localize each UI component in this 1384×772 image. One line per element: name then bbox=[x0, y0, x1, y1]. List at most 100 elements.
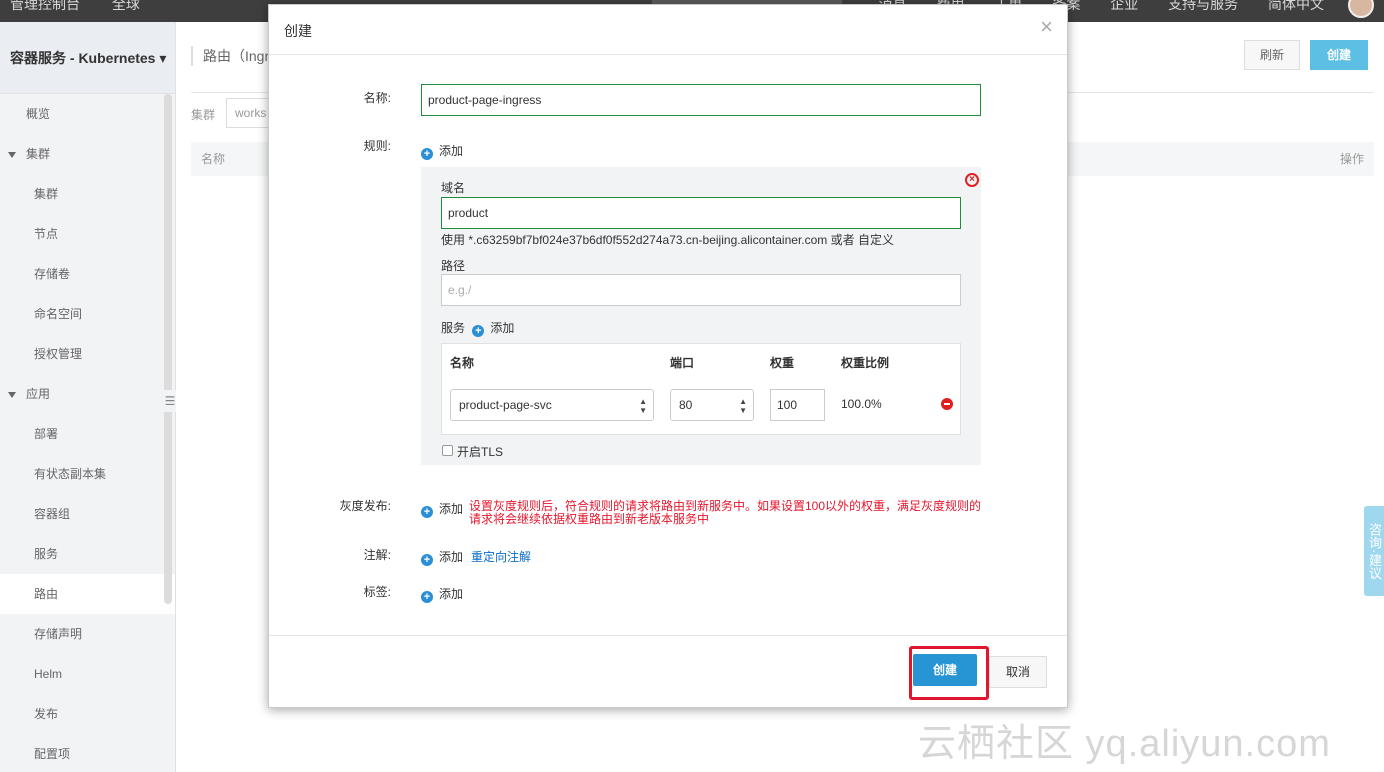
add-canary-button[interactable]: + 添加 bbox=[421, 500, 463, 518]
rules-label: 规则: bbox=[363, 139, 391, 153]
domain-label: 域名 bbox=[441, 181, 466, 195]
create-button[interactable]: 创建 bbox=[913, 654, 977, 686]
add-tag-button[interactable]: + 添加 bbox=[421, 585, 463, 603]
sidebar-item-8[interactable]: 部署 bbox=[0, 414, 175, 454]
add-service-button[interactable]: + 添加 bbox=[468, 321, 514, 337]
sidebar-item-15[interactable]: 发布 bbox=[0, 694, 175, 734]
sidebar-item-4[interactable]: 存储卷 bbox=[0, 254, 175, 294]
create-ingress-dialog: 创建 × 名称: product-page-ingress 规则: + 添加 × … bbox=[268, 4, 1068, 708]
sidebar-item-label: 应用 bbox=[26, 387, 51, 401]
sidebar-item-5[interactable]: 命名空间 bbox=[0, 294, 175, 334]
sidebar-item-label: 配置项 bbox=[34, 747, 71, 761]
sidebar-item-label: 概览 bbox=[26, 107, 51, 121]
sidebar-item-label: 容器组 bbox=[34, 507, 71, 521]
redirect-annotation-link[interactable]: 重定向注解 bbox=[471, 550, 531, 564]
sidebar-collapse-icon[interactable]: ☰ bbox=[164, 390, 176, 412]
dialog-header: 创建 × bbox=[269, 5, 1067, 55]
sidebar-item-label: 服务 bbox=[34, 547, 59, 561]
sidebar-item-10[interactable]: 容器组 bbox=[0, 494, 175, 534]
tls-label: 开启TLS bbox=[457, 445, 504, 459]
sidebar-group-7[interactable]: 应用 bbox=[0, 374, 175, 414]
topbar-language[interactable]: 简体中文 bbox=[1268, 0, 1324, 12]
console-home-link[interactable]: 管理控制台 bbox=[10, 0, 80, 12]
plus-circle-icon: + bbox=[421, 554, 433, 566]
caret-down-icon bbox=[8, 151, 16, 158]
cancel-button[interactable]: 取消 bbox=[989, 656, 1047, 688]
sidebar-item-6[interactable]: 授权管理 bbox=[0, 334, 175, 374]
service-port-select[interactable]: 80 ▲ ▼ bbox=[670, 389, 754, 421]
svc-col-port: 端口 bbox=[670, 356, 695, 370]
sidebar-item-label: 有状态副本集 bbox=[34, 467, 107, 481]
service-add-row: 服务 + 添加 bbox=[441, 319, 514, 337]
plus-circle-icon: + bbox=[421, 591, 433, 603]
path-label: 路径 bbox=[441, 259, 466, 273]
svc-col-weight: 权重 bbox=[770, 356, 795, 370]
sidebar-item-label: 部署 bbox=[34, 427, 59, 441]
services-table: 名称 端口 权重 权重比例 product-page-svc ▲ ▼ 80 ▲ ▼ … bbox=[441, 343, 961, 435]
sidebar-menu: 概览 集群 集群 节点 存储卷 命名空间 授权管理 应用 部署 有状态副本集 容器组 服务 路由 存储声明… bbox=[0, 94, 175, 772]
caret-down-icon bbox=[8, 391, 16, 398]
chevron-down-icon: ▾ bbox=[159, 50, 167, 66]
topbar-left: 管理控制台 全球 bbox=[10, 0, 168, 14]
sidebar-item-2[interactable]: 集群 bbox=[0, 174, 175, 214]
service-name-select[interactable]: product-page-svc ▲ ▼ bbox=[450, 389, 654, 421]
sidebar-item-3[interactable]: 节点 bbox=[0, 214, 175, 254]
path-input[interactable]: e.g./ bbox=[441, 274, 961, 306]
plus-circle-icon: + bbox=[421, 506, 433, 518]
sidebar-item-16[interactable]: 配置项 bbox=[0, 734, 175, 772]
sidebar-item-label: 发布 bbox=[34, 707, 59, 721]
sidebar-item-12[interactable]: 路由 bbox=[0, 574, 175, 614]
dialog-title: 创建 bbox=[284, 23, 312, 39]
sidebar: 容器服务 - Kubernetes ▾ 概览 集群 集群 节点 存储卷 命名空间 授权管理应… bbox=[0, 22, 176, 772]
name-label: 名称: bbox=[363, 91, 391, 105]
canary-warning: 设置灰度规则后，符合规则的请求将路由到新服务中。如果设置100以外的权重，满足灰… bbox=[469, 499, 982, 526]
sidebar-item-label: 集群 bbox=[26, 147, 51, 161]
create-ingress-button[interactable]: 创建 bbox=[1310, 40, 1368, 70]
sidebar-item-label: 集群 bbox=[34, 187, 59, 201]
service-weight-ratio: 100.0% bbox=[841, 397, 882, 411]
domain-hint: 使用 *.c63259bf7bf024e37b6df0f552d274a73.c… bbox=[441, 233, 894, 247]
sidebar-group-1[interactable]: 集群 bbox=[0, 134, 175, 174]
sidebar-item-9[interactable]: 有状态副本集 bbox=[0, 454, 175, 494]
plus-circle-icon: + bbox=[421, 148, 433, 160]
topbar-support[interactable]: 支持与服务 bbox=[1168, 0, 1238, 12]
topbar-enterprise[interactable]: 企业 bbox=[1110, 0, 1138, 12]
feedback-tab[interactable]: 咨询·建议 bbox=[1364, 506, 1384, 596]
sidebar-item-0[interactable]: 概览 bbox=[0, 94, 175, 134]
ingress-name-input[interactable]: product-page-ingress bbox=[421, 84, 981, 116]
tags-label: 标签: bbox=[363, 585, 391, 599]
rule-panel: × 域名 product 使用 *.c63259bf7bf024e37b6df0… bbox=[421, 167, 981, 465]
svc-col-name: 名称 bbox=[450, 356, 475, 370]
annotation-label: 注解: bbox=[363, 548, 391, 562]
column-actions: 操作 bbox=[1339, 152, 1364, 166]
page-title: 路由（Ingr bbox=[191, 46, 269, 66]
sidebar-item-label: 节点 bbox=[34, 227, 59, 241]
select-arrows-icon: ▲ ▼ bbox=[739, 397, 747, 415]
column-name: 名称 bbox=[201, 152, 226, 166]
plus-circle-icon: + bbox=[472, 325, 485, 337]
remove-service-icon[interactable] bbox=[941, 398, 953, 410]
sidebar-item-label: 存储声明 bbox=[34, 627, 83, 641]
sidebar-item-13[interactable]: 存储声明 bbox=[0, 614, 175, 654]
add-annotation-button[interactable]: + 添加 bbox=[421, 550, 463, 566]
sidebar-item-11[interactable]: 服务 bbox=[0, 534, 175, 574]
domain-input[interactable]: product bbox=[441, 197, 961, 229]
refresh-button[interactable]: 刷新 bbox=[1244, 40, 1300, 70]
sidebar-item-label: Helm bbox=[34, 667, 63, 681]
sidebar-item-label: 命名空间 bbox=[34, 307, 83, 321]
sidebar-item-14[interactable]: Helm bbox=[0, 654, 175, 694]
canary-label: 灰度发布: bbox=[339, 499, 391, 513]
remove-rule-icon[interactable]: × bbox=[965, 173, 979, 187]
sidebar-scrollbar[interactable] bbox=[164, 94, 172, 604]
select-arrows-icon: ▲ ▼ bbox=[639, 397, 647, 415]
watermark: 云栖社区 yq.aliyun.com bbox=[918, 723, 1331, 765]
dialog-footer: 创建 取消 bbox=[269, 635, 1067, 709]
sidebar-item-label: 存储卷 bbox=[34, 267, 71, 281]
tls-checkbox[interactable] bbox=[442, 445, 453, 456]
region-selector[interactable]: 全球 bbox=[112, 0, 140, 12]
close-icon[interactable]: × bbox=[1040, 15, 1053, 39]
sidebar-product-title[interactable]: 容器服务 - Kubernetes ▾ bbox=[0, 22, 175, 94]
add-rule-button[interactable]: + 添加 bbox=[421, 142, 463, 160]
user-avatar[interactable] bbox=[1348, 0, 1374, 18]
service-weight-input[interactable]: 100 bbox=[770, 389, 825, 421]
